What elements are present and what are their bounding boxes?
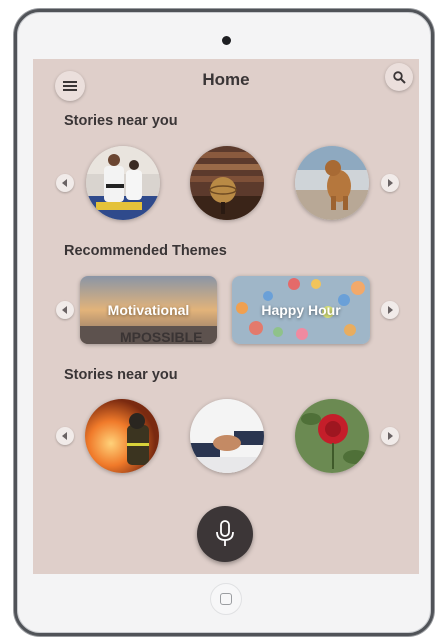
app-screen: Home Stories near you Recommended Themes… [33,59,419,574]
device-home-button[interactable] [210,583,242,615]
theme-card-motivational[interactable]: MPOSSIBLE Motivational [80,276,217,344]
story-handshake[interactable] [190,399,264,473]
story-library-globe[interactable] [190,146,264,220]
carousel-prev-button-2[interactable] [56,427,74,445]
chevron-left-icon [62,306,67,314]
themes-prev-button[interactable] [56,301,74,319]
front-camera [222,36,231,45]
story-rose[interactable] [295,399,369,473]
carousel-next-button-2[interactable] [381,427,399,445]
chevron-right-icon [388,432,393,440]
theme-label: Motivational [107,302,190,318]
library-globe-photo [190,146,264,220]
theme-label: Happy Hour [261,302,341,318]
themes-next-button[interactable] [381,301,399,319]
handshake-photo [190,399,264,473]
dog-photo [295,146,369,220]
story-dog[interactable] [295,146,369,220]
microphone-icon [216,520,234,546]
search-button[interactable] [385,63,413,91]
chevron-left-icon [62,179,67,187]
chevron-left-icon [62,432,67,440]
section-title-stories-near: Stories near you [64,113,178,129]
section-title-recommended-themes: Recommended Themes [64,243,227,259]
firefighter-photo [85,399,159,473]
theme-card-happy-hour[interactable]: Happy Hour [232,276,370,344]
chevron-right-icon [388,306,393,314]
home-square-icon [220,593,232,605]
voice-record-button[interactable] [197,506,253,562]
story-firefighter[interactable] [85,399,159,473]
carousel-next-button[interactable] [381,174,399,192]
carousel-prev-button[interactable] [56,174,74,192]
search-icon [392,70,406,84]
judo-photo [86,146,160,220]
story-judo[interactable] [86,146,160,220]
section-title-stories-near-2: Stories near you [64,367,178,383]
chevron-right-icon [388,179,393,187]
rose-photo [295,399,369,473]
page-title: Home [202,70,250,89]
